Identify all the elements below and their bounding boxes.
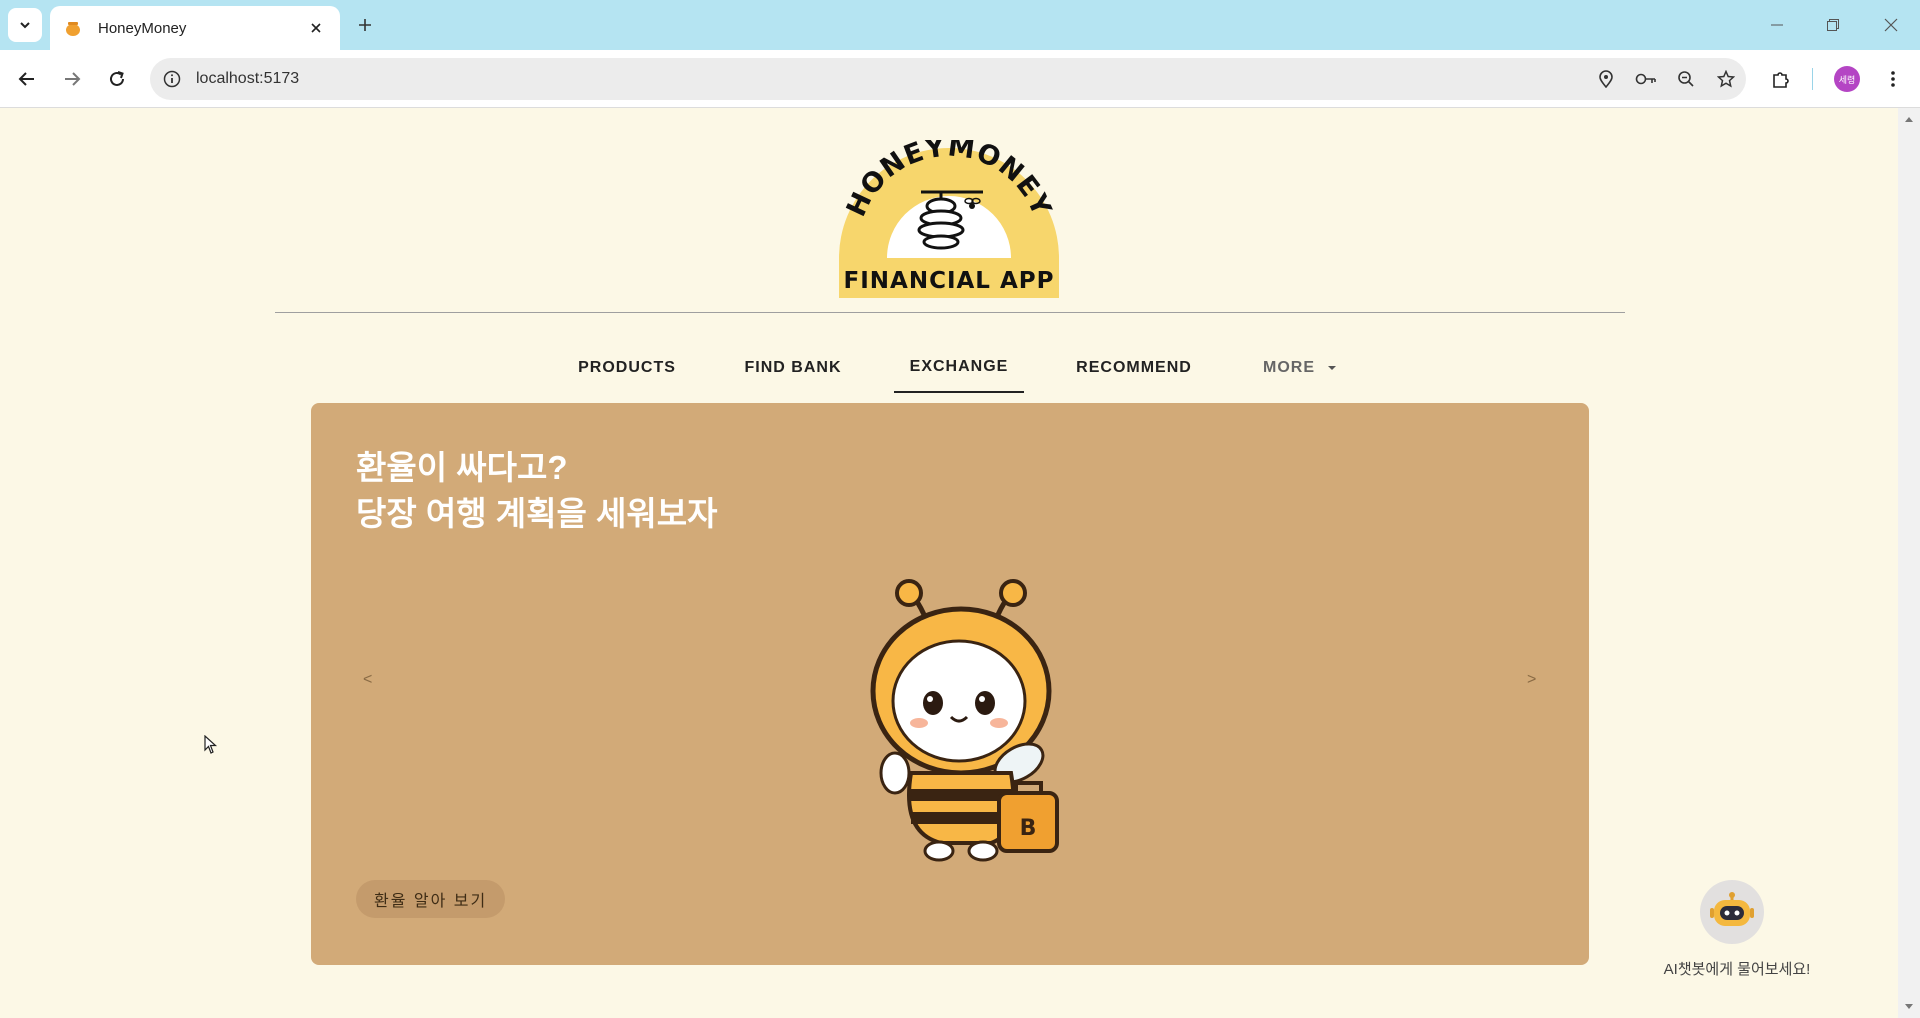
nav-recommend[interactable]: RECOMMEND [1064,343,1204,393]
plus-icon [359,19,371,31]
chatbot-label: AI챗봇에게 물어보세요! [1663,961,1811,978]
back-button[interactable] [11,63,43,95]
browser-toolbar: localhost:5173 세령 [0,50,1920,108]
honey-pot-icon [64,19,82,37]
browser-tab-bar: HoneyMoney [0,0,1920,50]
extensions-button[interactable] [1765,63,1797,95]
nav-exchange[interactable]: EXCHANGE [894,343,1024,393]
hero-title: 환율이 싸다고? 당장 여행 계획을 세워보자 [356,445,717,537]
minimize-icon [1771,24,1783,26]
page-scrollbar[interactable] [1898,108,1920,1018]
more-vertical-icon [1891,71,1895,87]
restore-icon [1827,19,1839,31]
carousel-next-button[interactable]: > [1527,671,1536,689]
browser-menu-button[interactable] [1877,63,1909,95]
url-text[interactable]: localhost:5173 [196,70,1586,88]
mouse-cursor-icon [204,735,218,754]
tab-search-button[interactable] [8,8,42,42]
close-icon [1884,18,1898,32]
zoom-icon[interactable] [1666,59,1706,99]
nav-more-label: MORE [1263,359,1315,376]
robot-icon [1710,892,1754,926]
hero-banner: 환율이 싸다고? 당장 여행 계획을 세워보자 < > B 환율 알아 보기 [311,403,1589,965]
nav-more[interactable]: MORE [1254,343,1346,393]
restore-button[interactable] [1818,10,1848,40]
close-window-button[interactable] [1876,10,1906,40]
chatbot-button[interactable] [1700,880,1764,944]
scroll-down-arrow-icon[interactable] [1904,1002,1914,1012]
header-divider [275,312,1625,313]
location-icon[interactable] [1586,59,1626,99]
forward-button[interactable] [56,63,88,95]
close-tab-icon[interactable] [306,18,326,38]
browser-tab[interactable]: HoneyMoney [50,6,340,50]
hero-title-line1: 환율이 싸다고? [356,449,568,486]
bee-mascot-illustration: B [870,579,1059,862]
tab-title: HoneyMoney [98,19,187,37]
reload-button[interactable] [101,63,133,95]
nav-products[interactable]: PRODUCTS [563,343,691,393]
scroll-up-arrow-icon[interactable] [1904,114,1914,124]
puzzle-icon [1773,72,1789,88]
logo-subtitle: FINANCIAL APP [844,268,1055,294]
carousel-prev-button[interactable]: < [363,671,372,689]
bookmark-star-icon[interactable] [1706,59,1746,99]
site-info-icon[interactable] [162,69,182,89]
main-nav: PRODUCTS FIND BANK EXCHANGE RECOMMEND MO… [0,343,1898,393]
exchange-rate-button[interactable]: 환율 알아 보기 [356,880,506,918]
minimize-button[interactable] [1762,10,1792,40]
page-viewport: HONEYMONEY FINANCIAL APP PRODUCTS FIND B… [0,108,1898,1018]
arrow-right-icon [65,72,81,86]
nav-find-bank[interactable]: FIND BANK [727,343,859,393]
profile-avatar[interactable]: 세령 [1834,66,1860,92]
caret-down-icon [1328,366,1336,370]
address-bar[interactable]: localhost:5173 [150,58,1746,100]
hero-title-line2: 당장 여행 계획을 세워보자 [356,495,718,532]
reload-icon [110,71,124,86]
password-key-icon[interactable] [1626,59,1666,99]
toolbar-separator [1812,68,1813,90]
arrow-left-icon [18,72,34,86]
chevron-down-icon [20,22,30,29]
honeymoney-logo[interactable]: HONEYMONEY FINANCIAL APP [837,140,1061,298]
bag-letter: B [1020,816,1037,841]
new-tab-button[interactable] [352,12,378,38]
